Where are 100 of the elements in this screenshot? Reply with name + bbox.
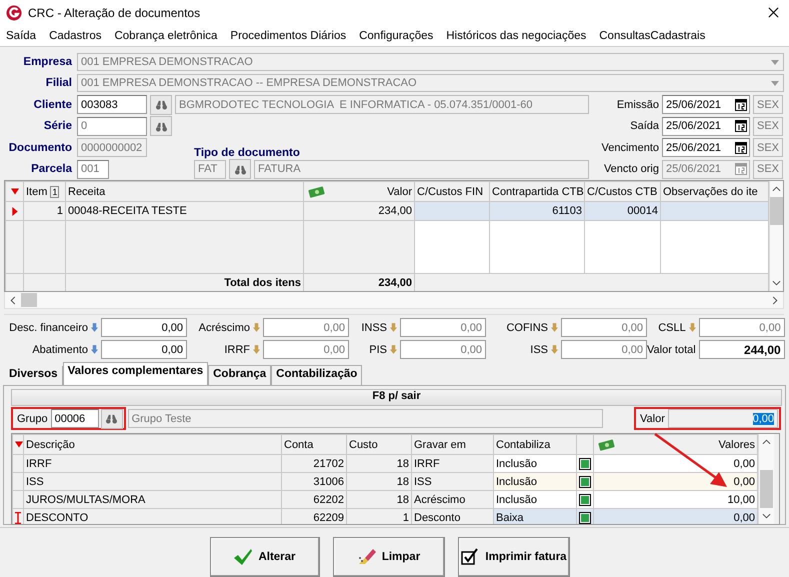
combo-box[interactable]: 001 EMPRESA DEMONSTRACAO xyxy=(77,52,784,71)
menu-item[interactable]: Históricos das negociações xyxy=(446,30,586,42)
action-button[interactable]: Alterar xyxy=(210,537,320,577)
arrow-down-icon xyxy=(91,345,98,354)
input-field[interactable]: 0,00 xyxy=(101,340,187,359)
column-header[interactable]: Conta xyxy=(282,434,346,454)
action-button[interactable]: Imprimir fatura xyxy=(458,537,570,577)
table-cell: 0,00 xyxy=(594,508,758,524)
date-field[interactable]: 25/06/2021 xyxy=(662,95,750,114)
field-label: IRRF xyxy=(224,344,250,356)
input-field[interactable]: 0,00 xyxy=(561,318,647,337)
field-label: ISS xyxy=(530,344,548,356)
binoculars-icon xyxy=(234,164,246,175)
chevron-left-icon[interactable] xyxy=(10,296,16,304)
date-field[interactable]: 25/06/2021 xyxy=(662,116,750,136)
table-cell: Inclusão xyxy=(494,490,576,508)
menu-item[interactable]: Saída xyxy=(6,30,36,42)
arrow-down-icon xyxy=(551,323,558,332)
tab[interactable]: Valores complementares xyxy=(62,362,208,385)
current-row-icon xyxy=(10,206,18,216)
calendar-icon[interactable] xyxy=(735,142,747,154)
field-label: INSS xyxy=(361,322,387,334)
column-header[interactable]: Item 1 xyxy=(24,182,66,202)
calendar-icon[interactable] xyxy=(735,120,747,132)
calendar-icon[interactable] xyxy=(735,98,747,111)
table-cell: 1 xyxy=(346,508,412,524)
checkbox[interactable] xyxy=(579,476,591,488)
date-field[interactable]: 25/06/2021 xyxy=(662,138,750,158)
input-field[interactable]: 0 xyxy=(77,116,147,136)
scrollbar-thumb[interactable] xyxy=(760,470,773,508)
input-field[interactable]: 00006 xyxy=(50,409,99,428)
menu-item[interactable]: Procedimentos Diários xyxy=(230,30,346,42)
action-button[interactable]: Limpar xyxy=(332,537,444,577)
table-cell: 00014 xyxy=(584,202,660,220)
table-cell: 18 xyxy=(346,490,412,508)
arrow-down-icon xyxy=(253,323,260,332)
vertical-scrollbar[interactable] xyxy=(769,181,783,291)
scrollbar-thumb[interactable] xyxy=(21,293,37,307)
table-cell: Baixa xyxy=(494,508,576,524)
input-field[interactable]: FAT xyxy=(194,160,226,179)
column-header[interactable]: Custo xyxy=(346,434,412,454)
checkbox[interactable] xyxy=(579,494,591,506)
input-field[interactable]: 0,00 xyxy=(400,318,486,337)
input-field[interactable]: 0,00 xyxy=(101,318,187,337)
combo-box[interactable]: 001 EMPRESA DEMONSTRACAO -- EMPRESA DEMONSTRACAO xyxy=(77,74,784,92)
search-button[interactable] xyxy=(229,159,251,180)
field-label: Valor total xyxy=(647,344,696,356)
checkbox[interactable] xyxy=(579,458,591,470)
field-label: Desc. financeiro xyxy=(9,322,88,334)
chevron-up-icon[interactable] xyxy=(772,186,781,192)
input-field[interactable]: 0,00 xyxy=(668,409,778,428)
chevron-right-icon[interactable] xyxy=(772,296,778,304)
input-field[interactable]: 0,00 xyxy=(263,340,349,359)
input-field[interactable]: 0,00 xyxy=(698,318,785,337)
table-cell: Inclusão xyxy=(494,454,576,472)
column-header[interactable]: Receita xyxy=(66,182,304,202)
column-header[interactable]: Valor xyxy=(304,182,414,202)
menu-item[interactable]: Configurações xyxy=(359,30,434,42)
menu-item[interactable]: Cadastros xyxy=(49,30,102,42)
chevron-up-icon[interactable] xyxy=(762,439,771,445)
arrow-down-icon xyxy=(390,345,397,354)
field-label: Vencto orig xyxy=(602,163,659,176)
column-header[interactable]: Contrapartida CTB xyxy=(490,182,584,202)
column-header[interactable]: Contabiliza xyxy=(494,434,576,454)
input-field[interactable]: 001 xyxy=(77,160,109,179)
input-field: FATURA xyxy=(254,160,589,179)
field-label: Abatimento xyxy=(32,344,88,356)
column-header[interactable]: Descrição xyxy=(24,434,282,454)
column-header[interactable]: C/Custos CTB xyxy=(584,182,660,202)
input-field[interactable]: 0,00 xyxy=(263,318,349,337)
menu-item[interactable]: ConsultasCadastrais xyxy=(599,30,706,42)
table-cell: IRRF xyxy=(24,454,282,472)
column-header[interactable]: Valores xyxy=(594,434,758,454)
input-field[interactable]: 0,00 xyxy=(561,340,647,359)
column-header[interactable]: Gravar em xyxy=(412,434,494,454)
input-field[interactable]: 0000000002 xyxy=(77,138,147,158)
horizontal-scrollbar[interactable] xyxy=(4,292,784,309)
input-field[interactable]: 244,00 xyxy=(698,340,785,359)
chevron-down-icon[interactable] xyxy=(772,280,781,286)
menu-item[interactable]: Cobrança eletrônica xyxy=(114,30,218,42)
input-field[interactable]: 0,00 xyxy=(400,340,486,359)
field-label: Cliente xyxy=(32,98,72,111)
chevron-down-icon[interactable] xyxy=(762,513,771,519)
app-logo-icon xyxy=(6,4,22,20)
tab[interactable]: Cobrança xyxy=(208,365,272,385)
column-header[interactable]: C/Custos FIN xyxy=(414,182,490,202)
column-header[interactable]: Observações do ite xyxy=(660,182,768,202)
input-field[interactable]: 003083 xyxy=(77,95,147,114)
field-label: Documento xyxy=(8,142,72,154)
close-icon[interactable] xyxy=(768,7,779,18)
money-icon xyxy=(598,438,616,450)
search-button[interactable] xyxy=(150,94,172,115)
search-button[interactable] xyxy=(150,116,172,136)
scrollbar-thumb[interactable] xyxy=(770,197,783,225)
checkbox[interactable] xyxy=(579,512,591,524)
arrow-down-icon xyxy=(91,323,98,332)
field-label: Parcela xyxy=(30,163,72,176)
tab[interactable]: Contabilização xyxy=(271,365,362,385)
search-button[interactable] xyxy=(100,408,123,428)
vertical-scrollbar[interactable] xyxy=(758,434,774,524)
